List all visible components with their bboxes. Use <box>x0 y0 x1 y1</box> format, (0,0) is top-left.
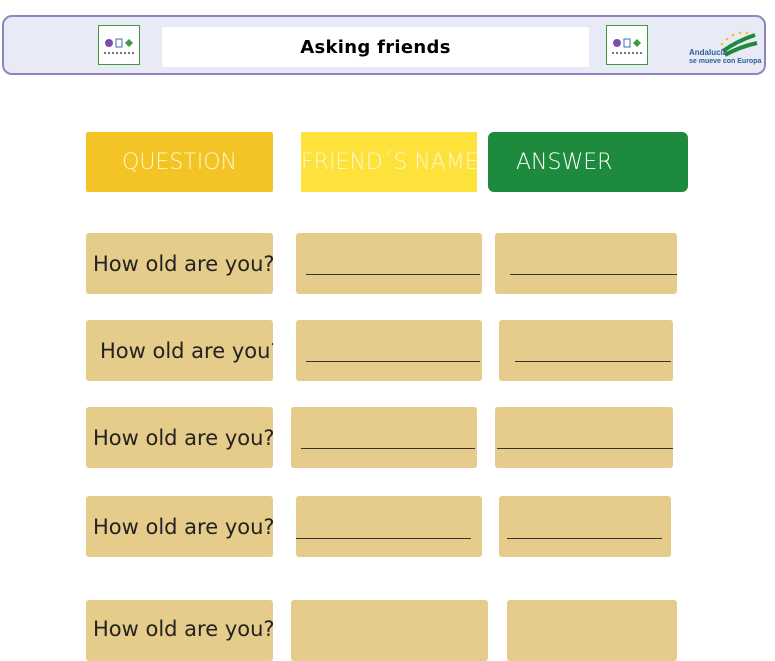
question-text: How old are you? <box>100 338 273 363</box>
column-header-question: QUESTION <box>86 132 273 192</box>
friend-name-blank[interactable] <box>306 274 480 275</box>
friend-name-card[interactable] <box>296 233 482 294</box>
answer-card[interactable] <box>495 407 673 468</box>
andalucia-slogan: se mueve con Europa <box>689 58 762 65</box>
friend-name-blank[interactable] <box>296 538 471 539</box>
answer-card[interactable] <box>499 496 671 557</box>
question-card: How old are you? <box>86 407 273 468</box>
answer-card[interactable] <box>507 600 677 661</box>
question-text: How old are you? <box>93 425 273 450</box>
friend-name-card[interactable] <box>296 320 482 381</box>
question-card: How old are you? <box>86 496 273 557</box>
answer-blank[interactable] <box>510 274 677 275</box>
answer-card[interactable] <box>495 233 677 294</box>
friend-name-card[interactable] <box>291 407 477 468</box>
question-text: How old are you? <box>93 251 273 276</box>
page-title: Asking friends <box>300 36 451 58</box>
question-card: How old are you? <box>86 320 273 381</box>
school-logo-icon <box>105 38 133 48</box>
friend-name-card[interactable] <box>291 600 488 661</box>
andalucia-text: Andalucía <box>689 48 728 57</box>
question-card: How old are you? <box>86 233 273 294</box>
title-box: Asking friends <box>162 27 589 67</box>
logo-caption <box>104 52 134 57</box>
question-text: How old are you? <box>93 617 273 641</box>
school-logo-right <box>606 25 648 65</box>
friend-name-blank[interactable] <box>301 448 475 449</box>
answer-blank[interactable] <box>497 448 673 449</box>
friend-name-blank[interactable] <box>306 361 480 362</box>
answer-blank[interactable] <box>515 361 671 362</box>
column-header-answer: ANSWER <box>488 132 688 192</box>
column-header-friend-name: FRIEND´S NAME <box>301 132 477 192</box>
answer-card[interactable] <box>499 320 673 381</box>
header-bar: Asking friends Andalucía se mueve con Eu… <box>2 15 766 75</box>
friend-name-card[interactable] <box>296 496 482 557</box>
school-logo-left <box>98 25 140 65</box>
question-text: How old are you? <box>93 514 273 539</box>
answer-blank[interactable] <box>507 538 662 539</box>
andalucia-logo: Andalucía se mueve con Europa <box>687 31 762 65</box>
school-logo-icon <box>613 38 641 48</box>
logo-caption <box>612 52 642 57</box>
question-card: How old are you? <box>86 600 273 661</box>
